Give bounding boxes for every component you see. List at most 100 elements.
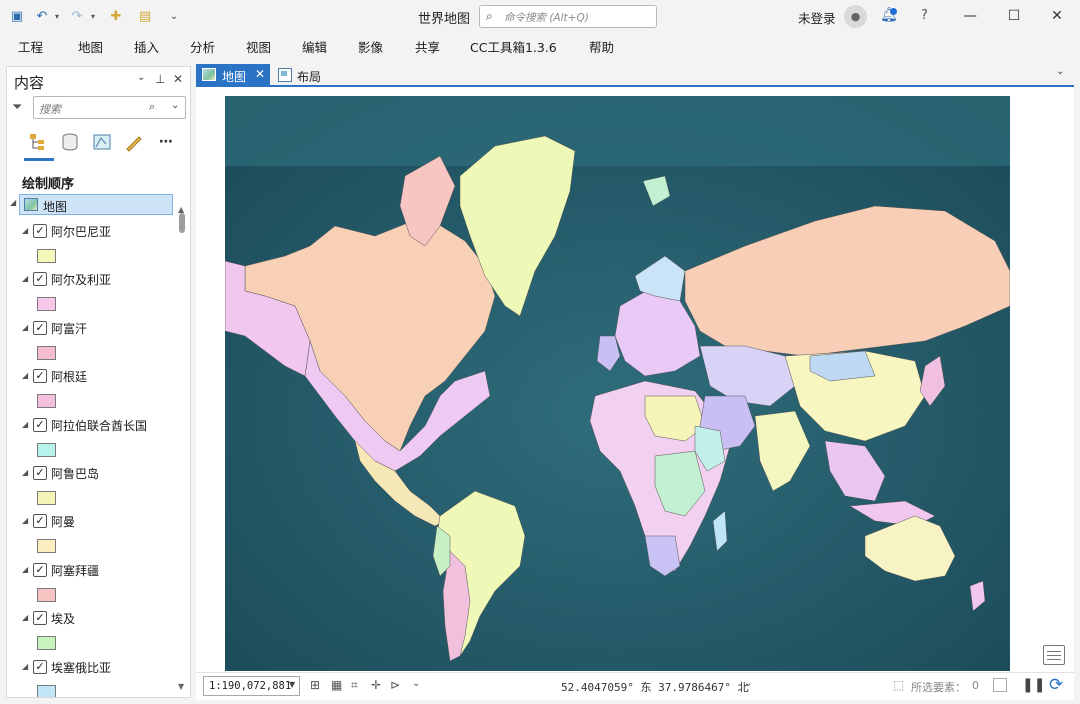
layer-visibility-checkbox[interactable]: ✓ (33, 272, 47, 287)
scale-selector[interactable]: 1:190,072,881 ▼ (203, 676, 300, 696)
chevron-down-icon[interactable]: ⌄ (171, 100, 179, 111)
layer-visibility-checkbox[interactable]: ✓ (33, 562, 47, 577)
customize-icon[interactable]: ⌄ (165, 7, 183, 25)
close-pane-icon[interactable]: ✕ (173, 72, 183, 86)
layer-visibility-checkbox[interactable]: ✓ (33, 659, 47, 674)
layer-visibility-checkbox[interactable]: ✓ (33, 466, 47, 480)
layer-visibility-checkbox[interactable]: ✓ (33, 224, 47, 238)
collapse-arrow-icon[interactable]: ◢ (22, 468, 28, 477)
collapse-arrow-icon[interactable]: ◢ (22, 613, 28, 622)
menu-help[interactable]: 帮助 (589, 37, 614, 56)
avatar-icon[interactable]: ● (844, 5, 867, 28)
layer-item[interactable]: ◢ ✓ 阿鲁巴岛 (7, 463, 177, 511)
minimize-button[interactable]: — (960, 6, 980, 26)
help-button[interactable]: ? (921, 8, 928, 23)
collapse-arrow-icon[interactable]: ◢ (22, 226, 28, 235)
close-button[interactable]: ✕ (1047, 6, 1067, 26)
layer-symbol-swatch[interactable] (37, 345, 56, 360)
contents-search-input[interactable]: 搜索 ⌕ ⌄ (33, 96, 186, 119)
collapse-arrow-icon[interactable]: ◢ (10, 198, 16, 207)
layer-item[interactable]: ◢ ✓ 阿富汗 (7, 318, 177, 366)
selected-features-label: 所选要素： (911, 681, 966, 694)
collapse-arrow-icon[interactable]: ◢ (22, 565, 28, 574)
layer-symbol-swatch[interactable] (37, 442, 56, 457)
redo-icon[interactable]: ↷ (68, 7, 86, 25)
layer-symbol-swatch[interactable] (37, 491, 56, 505)
clear-selection-icon[interactable] (993, 678, 1007, 692)
attribute-table-icon[interactable] (1043, 645, 1065, 665)
layer-item[interactable]: ◢ ✓ 阿尔巴尼亚 (7, 221, 177, 269)
editing-icon[interactable] (123, 131, 145, 153)
layer-item[interactable]: ◢ ✓ 阿尔及利亚 (7, 269, 177, 317)
snapping-icon[interactable]: ⌗ (351, 678, 358, 693)
collapse-arrow-icon[interactable]: ◢ (22, 516, 28, 525)
tab-layout[interactable]: 布局 (276, 64, 336, 86)
layer-visibility-checkbox[interactable]: ✓ (33, 320, 47, 335)
menu-analysis[interactable]: 分析 (190, 37, 215, 56)
project-icon[interactable]: ▣ (8, 7, 26, 25)
refresh-icon[interactable]: ⟳ (1049, 675, 1063, 695)
chevron-down-icon[interactable]: ⌄ (744, 678, 752, 689)
scroll-down-icon[interactable]: ▼ (178, 682, 184, 691)
undo-icon[interactable]: ↶ (33, 7, 51, 25)
menu-map[interactable]: 地图 (78, 37, 103, 56)
data-source-icon[interactable] (59, 131, 81, 153)
chevron-down-icon[interactable]: ▼ (289, 680, 295, 689)
undo-dropdown-icon[interactable]: ▾ (52, 7, 62, 25)
menu-insert[interactable]: 插入 (134, 37, 159, 56)
layer-symbol-swatch[interactable] (37, 539, 56, 554)
map-root-item[interactable]: ◢ 地图 (10, 194, 173, 215)
layer-symbol-swatch[interactable] (37, 636, 56, 651)
layer-item[interactable]: ◢ ✓ 阿根廷 (7, 366, 177, 414)
layer-item[interactable]: ◢ ✓ 阿拉伯联合酋长国 (7, 415, 177, 463)
redo-dropdown-icon[interactable]: ▾ (88, 7, 98, 25)
layer-symbol-swatch[interactable] (37, 249, 56, 263)
world-map-canvas[interactable] (225, 96, 1010, 671)
collapse-arrow-icon[interactable]: ◢ (22, 323, 28, 332)
navigation-icon[interactable]: ⊳ (390, 678, 400, 692)
layer-symbol-swatch[interactable] (37, 587, 56, 602)
layer-symbol-swatch[interactable] (37, 394, 56, 409)
pause-drawing-icon[interactable]: ❚❚ (1022, 677, 1045, 693)
layer-visibility-checkbox[interactable]: ✓ (33, 514, 47, 529)
selection-icon[interactable] (91, 131, 113, 153)
layer-item[interactable]: ◢ ✓ 埃及 (7, 608, 177, 656)
menu-edit[interactable]: 编辑 (302, 37, 327, 56)
chevron-down-icon[interactable]: ⌄ (412, 678, 420, 689)
filter-icon[interactable]: ⏷ (12, 100, 22, 115)
layer-item[interactable]: ◢ ✓ 阿塞拜疆 (7, 560, 177, 608)
layer-symbol-swatch[interactable] (37, 297, 56, 312)
command-search-input[interactable]: ⌕ 命令搜索 (Alt+Q) (479, 5, 657, 28)
new-icon[interactable]: ✚ (107, 7, 125, 25)
collapse-arrow-icon[interactable]: ◢ (22, 371, 28, 380)
collapse-arrow-icon[interactable]: ◢ (22, 662, 28, 671)
collapse-arrow-icon[interactable]: ◢ (22, 420, 28, 429)
contents-scrollbar[interactable]: ▲ ▼ (176, 205, 188, 691)
menu-project[interactable]: 工程 (18, 37, 43, 56)
collapse-arrow-icon[interactable]: ◢ (22, 274, 28, 283)
crosshair-icon[interactable]: ✛ (371, 678, 381, 692)
layer-symbol-swatch[interactable] (37, 684, 56, 697)
layer-item[interactable]: ◢ ✓ 埃塞俄比亚 (7, 657, 177, 697)
layer-item[interactable]: ◢ ✓ 阿曼 (7, 511, 177, 559)
more-icon[interactable]: ⋯ (155, 131, 177, 153)
maximize-button[interactable]: ☐ (1004, 6, 1024, 26)
chevron-down-icon[interactable]: ⌄ (1056, 66, 1064, 77)
pane-options-icon[interactable]: ⌄ (137, 72, 145, 83)
menu-share[interactable]: 共享 (415, 37, 440, 56)
pin-icon[interactable]: ⊥ (155, 72, 165, 86)
menu-view[interactable]: 视图 (246, 37, 271, 56)
layer-visibility-checkbox[interactable]: ✓ (33, 417, 47, 432)
open-icon[interactable]: ▤ (136, 7, 154, 25)
grid-icon[interactable]: ▦ (331, 678, 342, 692)
menu-cc-toolbox[interactable]: CC工具箱1.3.6 (470, 37, 557, 56)
close-tab-icon[interactable]: ✕ (255, 67, 265, 81)
scroll-thumb[interactable] (179, 213, 185, 233)
tab-map[interactable]: 地图 ✕ (196, 64, 270, 86)
menu-imagery[interactable]: 影像 (358, 37, 383, 56)
drawing-order-icon[interactable] (27, 131, 49, 153)
layer-visibility-checkbox[interactable]: ✓ (33, 611, 47, 626)
layer-visibility-checkbox[interactable]: ✓ (33, 369, 47, 384)
zoom-to-extent-icon[interactable]: ⊞ (310, 678, 320, 692)
sign-in-status[interactable]: 未登录 (798, 8, 836, 27)
